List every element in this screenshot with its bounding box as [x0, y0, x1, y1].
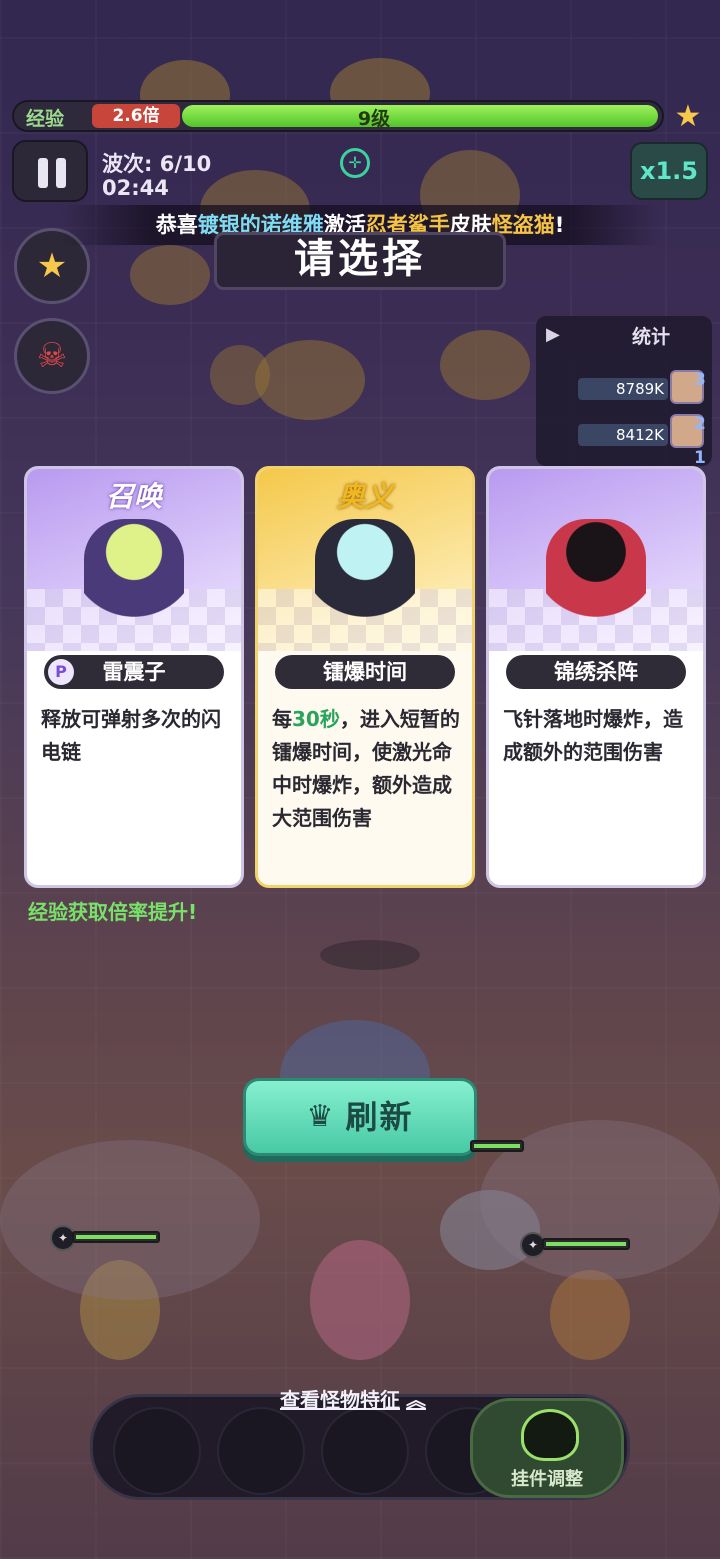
card-description: 释放可弹射多次的闪电链	[41, 707, 221, 764]
chevron-up-icon: ︽	[406, 1388, 426, 1412]
stat-rank: 1	[694, 448, 706, 468]
card-name-text: 雷震子	[102, 660, 166, 684]
wave-timer: 02:44	[102, 176, 169, 200]
card-category: 奥义	[336, 480, 393, 513]
pet-face-icon	[521, 1409, 579, 1461]
stat-rank: 3	[694, 370, 706, 390]
equipment-slot[interactable]	[113, 1407, 201, 1495]
lightning-staff-icon: P	[48, 659, 74, 685]
stat-value: 8789K	[578, 378, 668, 400]
link-text: 查看怪物特征	[280, 1388, 400, 1412]
play-icon[interactable]: ▶	[546, 324, 560, 345]
card-name-text: 镭爆时间	[323, 660, 407, 684]
hero-portrait	[84, 519, 184, 629]
card-description: 每30秒，进入短暂的镭爆时间，使激光命中时爆炸，额外造成大范围伤害	[272, 703, 464, 835]
speed-button[interactable]: x1.5	[630, 142, 708, 200]
card-art-area: 召唤	[27, 469, 241, 651]
view-monster-traits-link[interactable]: 查看怪物特征 ︽	[280, 1384, 426, 1413]
level-star-icon: ★	[674, 99, 702, 134]
xp-label: 经验	[26, 108, 65, 130]
equipment-slot[interactable]	[217, 1407, 305, 1495]
hp-fill	[546, 1242, 626, 1246]
card-name: 镭爆时间	[275, 655, 455, 689]
pause-icon-bar	[56, 158, 66, 188]
desc-highlight: 30秒	[292, 707, 340, 731]
skull-mask-icon[interactable]: ☠	[14, 318, 90, 394]
xp-boost-notice: 经验获取倍率提升!	[28, 900, 198, 924]
desc-text: 每	[272, 707, 292, 731]
level-text: 9级	[357, 108, 391, 130]
card-category: 召唤	[105, 480, 162, 513]
page-title: 请选择	[294, 236, 426, 282]
hp-fill	[474, 1144, 520, 1148]
refresh-label: 刷新	[345, 1098, 414, 1136]
refresh-button[interactable]: ♛ 刷新	[243, 1078, 477, 1156]
ally-hp-bar	[542, 1238, 630, 1250]
hp-fill	[76, 1235, 156, 1239]
skill-card-3[interactable]: 锦绣杀阵 飞针落地时爆炸，造成额外的范围伤害	[486, 466, 706, 888]
skill-card-2[interactable]: 奥义 镭爆时间 每30秒，进入短暂的镭爆时间，使激光命中时爆炸，额外造成大范围伤…	[255, 466, 475, 888]
plugin-adjust-button[interactable]: 挂件调整	[470, 1398, 624, 1498]
card-name: 锦绣杀阵	[506, 655, 686, 689]
hero-portrait	[546, 519, 646, 629]
card-description: 飞针落地时爆炸，造成额外的范围伤害	[503, 707, 683, 764]
xp-multiplier-badge: 2.6倍	[92, 104, 180, 128]
crosshair-icon: ✛	[340, 148, 370, 178]
card-art-area: 奥义	[258, 469, 472, 651]
xp-bar: 经验 2.6倍 9级	[12, 100, 664, 132]
banner-text: 恭喜	[155, 213, 198, 237]
banner-text: !	[554, 213, 565, 237]
wave-counter: 波次: 6/10	[102, 152, 212, 176]
pause-button[interactable]	[12, 140, 88, 202]
crown-icon: ♛	[306, 1099, 336, 1134]
plugin-label: 挂件调整	[511, 1469, 583, 1490]
damage-stats-panel[interactable]: ▶ 统计 8789K 3 8412K 2 1	[536, 316, 712, 468]
ally-hp-bar	[470, 1140, 524, 1152]
card-name: P 雷震子	[44, 655, 224, 689]
hero-portrait	[315, 519, 415, 629]
ally-hp-bar	[72, 1231, 160, 1243]
pause-icon	[38, 158, 48, 188]
stats-title: 统计	[631, 326, 670, 348]
stat-rank: 2	[694, 414, 706, 434]
skill-card-1[interactable]: 召唤 P 雷震子 释放可弹射多次的闪电链	[24, 466, 244, 888]
card-art-area	[489, 469, 703, 651]
card-name-text: 锦绣杀阵	[554, 660, 638, 684]
stat-value: 8412K	[578, 424, 668, 446]
equipment-slot[interactable]	[321, 1407, 409, 1495]
